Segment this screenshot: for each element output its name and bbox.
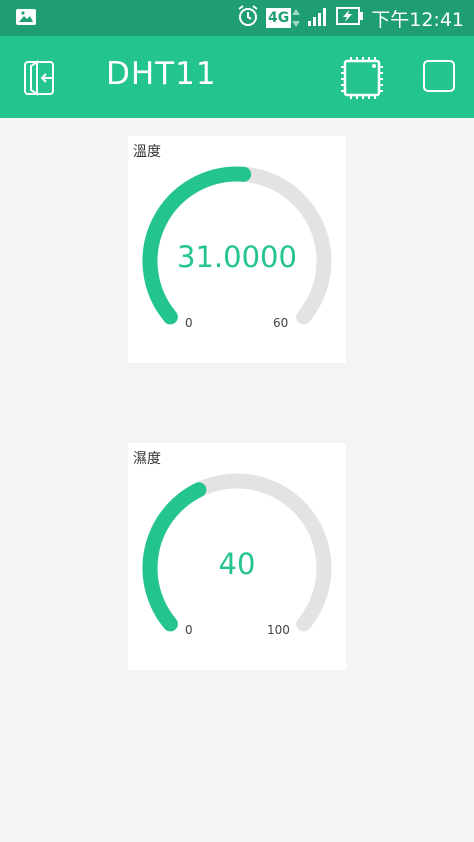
- device-chip-icon[interactable]: [337, 53, 387, 107]
- gauge-value: 40: [218, 547, 256, 581]
- gauge-min: 0: [185, 316, 193, 330]
- gauge-max: 60: [273, 316, 289, 330]
- app-bar: DHT11: [0, 36, 474, 118]
- page-title: DHT11: [106, 56, 217, 92]
- exit-icon[interactable]: [22, 58, 62, 102]
- gauge-widget-humidity[interactable]: 濕度 40 0 100: [128, 443, 346, 670]
- battery-charging-icon: [335, 5, 365, 31]
- status-time: 下午12:41: [371, 8, 464, 31]
- gauge-min: 0: [185, 623, 193, 637]
- status-bar: 4G 下午12:41: [0, 0, 474, 36]
- alarm-icon: [236, 4, 260, 32]
- signal-icon: [307, 5, 329, 31]
- network-4g-icon: 4G: [266, 7, 301, 29]
- gauge-max: 100: [267, 623, 290, 637]
- image-notification-icon: [15, 8, 37, 30]
- gauge-widget-temperature[interactable]: 溫度 31.0000 0 60: [128, 136, 346, 363]
- gauge-value: 31.0000: [177, 240, 297, 274]
- stop-square-icon[interactable]: [422, 59, 456, 97]
